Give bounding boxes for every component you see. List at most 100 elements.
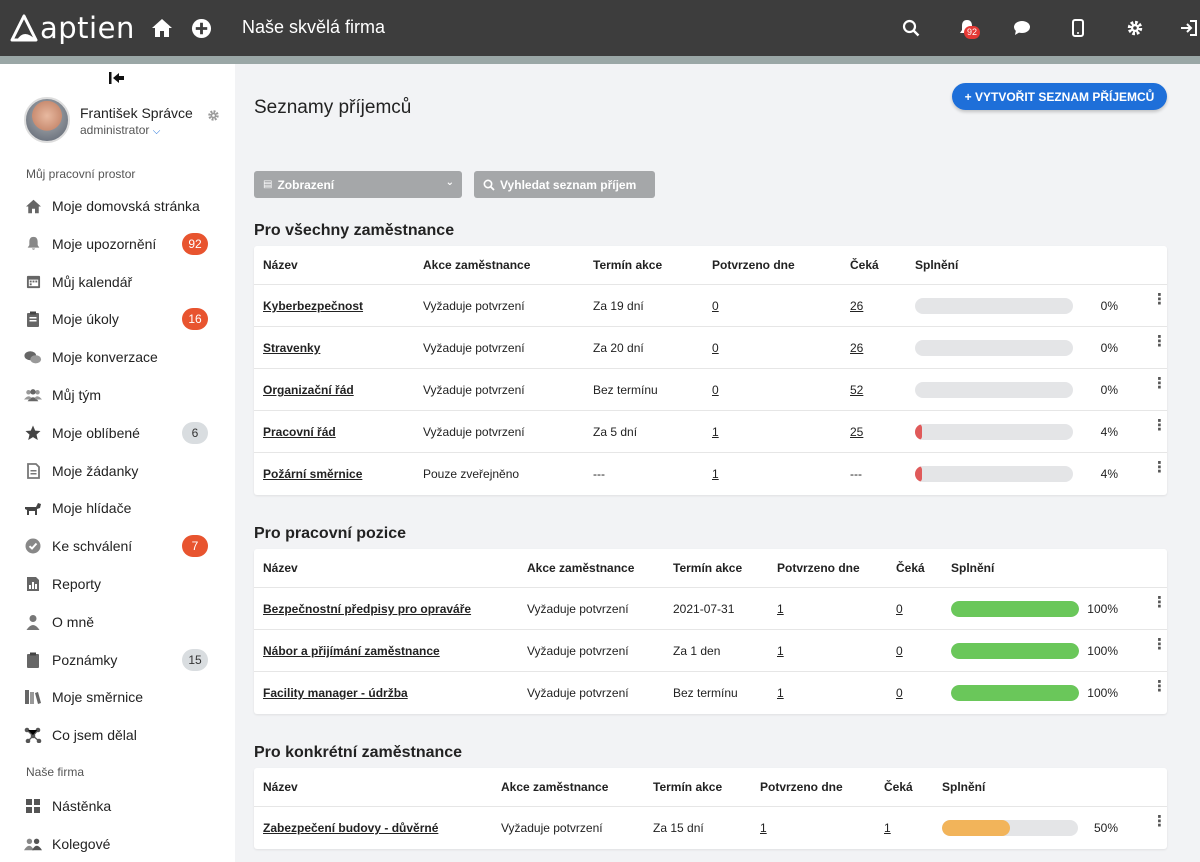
row-menu-icon[interactable]: ⋮ [1152,334,1167,349]
sidebar-item-team[interactable]: Můj tým [24,382,214,408]
home-icon[interactable] [150,16,174,40]
row-menu-icon[interactable]: ⋮ [1152,418,1167,433]
column-header[interactable]: Akce zaměstnance [501,780,608,794]
confirmed-count-link[interactable]: 1 [712,467,719,481]
table-row[interactable]: Facility manager - údržba Vyžaduje potvrz… [254,672,1167,714]
row-menu-icon[interactable]: ⋮ [1152,679,1167,694]
waiting-count-link[interactable]: 26 [850,299,863,313]
confirmed-count-link[interactable]: 0 [712,299,719,313]
sidebar-item-chat[interactable]: Moje konverzace [24,344,214,370]
column-header[interactable]: Potvrzeno dne [760,780,843,794]
cell-term: Za 5 dní [593,425,638,439]
sidebar-item-report[interactable]: Reporty [24,571,214,597]
sidebar-item-board[interactable]: Nástěnka [24,793,214,819]
plus-circle-icon[interactable] [189,16,213,40]
profile-settings-icon[interactable] [207,109,221,123]
list-name-link[interactable]: Facility manager - údržba [263,686,408,700]
table-row[interactable]: Požární směrnice Pouze zveřejněno --- 1 --- 4… [254,453,1167,495]
table-row[interactable]: Pracovní řád Vyžaduje potvrzení Za 5 dní 1 2… [254,411,1167,453]
row-menu-icon[interactable]: ⋮ [1152,814,1167,829]
column-header[interactable]: Termín akce [593,258,662,272]
table-row[interactable]: Bezpečnostní předpisy pro opraváře Vyžadu… [254,588,1167,630]
list-name-link[interactable]: Organizační řád [263,383,354,397]
waiting-count-link[interactable]: 25 [850,425,863,439]
column-header[interactable]: Splnění [915,258,958,272]
confirmed-count-link[interactable]: 1 [777,644,784,658]
list-name-link[interactable]: Stravenky [263,341,320,355]
sidebar-item-colleagues[interactable]: Kolegové [24,831,214,857]
list-name-link[interactable]: Kyberbezpečnost [263,299,363,313]
sidebar-item-activity[interactable]: Co jsem dělal [24,722,214,748]
waiting-count-link[interactable]: 0 [896,602,903,616]
waiting-count-link[interactable]: 1 [884,821,891,835]
table-row[interactable]: Stravenky Vyžaduje potvrzení Za 20 dní 0 26 0… [254,327,1167,369]
avatar[interactable] [24,97,70,143]
user-profile[interactable]: František Správce administrator ⌵ [24,97,193,143]
table-row[interactable]: Zabezpečení budovy - důvěrné Vyžaduje pot… [254,807,1167,849]
row-menu-icon[interactable]: ⋮ [1152,637,1167,652]
waiting-count-link[interactable]: 26 [850,341,863,355]
collapse-sidebar-icon[interactable] [108,71,126,85]
column-header[interactable]: Splnění [951,561,994,575]
search-icon[interactable] [899,16,923,40]
column-header[interactable]: Čeká [884,780,913,794]
search-list-input[interactable]: Vyhledat seznam příjem [474,171,655,198]
view-dropdown[interactable]: ▤ Zobrazení ⌄ [254,171,462,198]
confirmed-count-link[interactable]: 1 [760,821,767,835]
sidebar-item-user[interactable]: O mně [24,609,214,635]
table-row[interactable]: Nábor a přijímání zaměstnance Vyžaduje po… [254,630,1167,672]
column-header[interactable]: Akce zaměstnance [423,258,530,272]
sidebar-item-books[interactable]: Moje směrnice [24,684,214,710]
table-row[interactable]: Organizační řád Vyžaduje potvrzení Bez ter… [254,369,1167,411]
sidebar-item-notes[interactable]: Poznámky 15 [24,647,214,673]
column-header[interactable]: Termín akce [653,780,722,794]
confirmed-count-link[interactable]: 1 [712,425,719,439]
waiting-count-link[interactable]: 0 [896,644,903,658]
column-header[interactable]: Název [263,561,298,575]
sidebar-item-label: Poznámky [52,651,118,668]
create-list-button[interactable]: + VYTVOŘIT SEZNAM PŘÍJEMCŮ [952,83,1167,110]
list-name-link[interactable]: Pracovní řád [263,425,336,439]
column-header[interactable]: Akce zaměstnance [527,561,634,575]
sidebar-item-bell[interactable]: Moje upozornění 92 [24,231,214,257]
sidebar-item-check-circle[interactable]: Ke schválení 7 [24,533,214,559]
company-name[interactable]: Naše skvělá firma [242,17,385,38]
confirmed-count-link[interactable]: 0 [712,383,719,397]
column-header[interactable]: Potvrzeno dne [777,561,860,575]
logo[interactable]: aptien [10,11,135,45]
column-header[interactable]: Splnění [942,780,985,794]
column-header[interactable]: Potvrzeno dne [712,258,795,272]
table-row[interactable]: Kyberbezpečnost Vyžaduje potvrzení Za 19 d… [254,285,1167,327]
row-menu-icon[interactable]: ⋮ [1152,376,1167,391]
row-menu-icon[interactable]: ⋮ [1152,292,1167,307]
column-header[interactable]: Termín akce [673,561,742,575]
gear-icon[interactable] [1123,16,1147,40]
logout-icon[interactable] [1177,16,1200,40]
progress-percent: 4% [1100,467,1118,481]
confirmed-count-link[interactable]: 0 [712,341,719,355]
waiting-count-link[interactable]: 0 [896,686,903,700]
waiting-count-link[interactable]: 52 [850,383,863,397]
column-header[interactable]: Název [263,258,298,272]
list-name-link[interactable]: Požární směrnice [263,467,362,481]
sidebar-item-dog[interactable]: Moje hlídače [24,495,214,521]
confirmed-count-link[interactable]: 1 [777,602,784,616]
user-role[interactable]: administrator ⌵ [80,123,160,137]
list-name-link[interactable]: Zabezpečení budovy - důvěrné [263,821,438,835]
list-name-link[interactable]: Bezpečnostní předpisy pro opraváře [263,602,471,616]
confirmed-count-link[interactable]: 1 [777,686,784,700]
sidebar-item-calendar[interactable]: Můj kalendář [24,269,214,295]
column-header[interactable]: Název [263,780,298,794]
calendar-icon [24,273,42,291]
column-header[interactable]: Čeká [896,561,925,575]
row-menu-icon[interactable]: ⋮ [1152,595,1167,610]
row-menu-icon[interactable]: ⋮ [1152,460,1167,475]
sidebar-item-document[interactable]: Moje žádanky [24,458,214,484]
sidebar-item-star[interactable]: Moje oblíbené 6 [24,420,214,446]
column-header[interactable]: Čeká [850,258,879,272]
sidebar-item-home[interactable]: Moje domovská stránka [24,193,214,219]
chat-icon[interactable] [1010,16,1034,40]
list-name-link[interactable]: Nábor a přijímání zaměstnance [263,644,440,658]
mobile-icon[interactable] [1066,16,1090,40]
sidebar-item-clipboard[interactable]: Moje úkoly 16 [24,306,214,332]
